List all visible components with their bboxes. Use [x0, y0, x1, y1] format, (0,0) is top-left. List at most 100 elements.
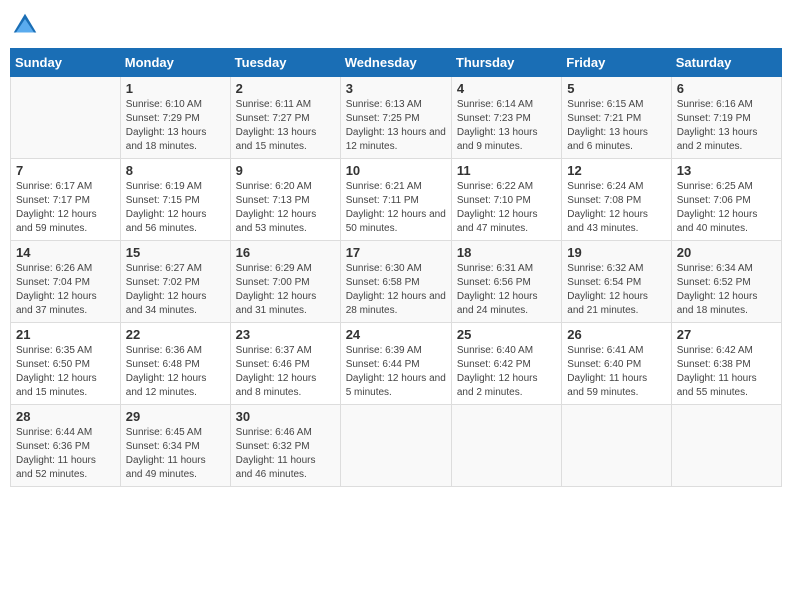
calendar-cell: 25 Sunrise: 6:40 AMSunset: 6:42 PMDayligh… — [451, 323, 561, 405]
day-info: Sunrise: 6:29 AMSunset: 7:00 PMDaylight:… — [236, 262, 335, 318]
day-info: Sunrise: 6:13 AMSunset: 7:25 PMDaylight:… — [346, 98, 446, 154]
day-number: 3 — [346, 81, 446, 96]
week-row-3: 21Sunrise: 6:35 AMSunset: 6:50 PMDayligh… — [11, 323, 782, 405]
day-number: 21 — [16, 327, 115, 342]
calendar-cell: 27 Sunrise: 6:42 AMSunset: 6:38 PMDayligh… — [671, 323, 781, 405]
day-number: 28 — [16, 409, 115, 424]
day-info: Sunrise: 6:14 AMSunset: 7:23 PMDaylight:… — [457, 98, 556, 154]
day-number: 2 — [236, 81, 335, 96]
day-number: 25 — [457, 327, 556, 342]
day-number: 9 — [236, 163, 335, 178]
calendar-cell: 28 Sunrise: 6:44 AMSunset: 6:36 PMDayligh… — [11, 405, 121, 487]
day-info: Sunrise: 6:39 AMSunset: 6:44 PMDaylight:… — [346, 344, 446, 400]
day-info: Sunrise: 6:17 AMSunset: 7:17 PMDaylight:… — [16, 180, 115, 236]
calendar-cell: 30 Sunrise: 6:46 AMSunset: 6:32 PMDayligh… — [230, 405, 340, 487]
day-info: Sunrise: 6:37 AMSunset: 6:46 PMDaylight:… — [236, 344, 335, 400]
day-info: Sunrise: 6:20 AMSunset: 7:13 PMDaylight:… — [236, 180, 335, 236]
calendar-cell: 24 Sunrise: 6:39 AMSunset: 6:44 PMDayligh… — [340, 323, 451, 405]
week-row-1: 7 Sunrise: 6:17 AMSunset: 7:17 PMDaylight… — [11, 159, 782, 241]
day-number: 22 — [126, 327, 225, 342]
header-monday: Monday — [120, 49, 230, 77]
calendar-cell: 16 Sunrise: 6:29 AMSunset: 7:00 PMDayligh… — [230, 241, 340, 323]
day-number: 26 — [567, 327, 665, 342]
day-number: 24 — [346, 327, 446, 342]
day-number: 1 — [126, 81, 225, 96]
calendar-cell: 17 Sunrise: 6:30 AMSunset: 6:58 PMDayligh… — [340, 241, 451, 323]
day-info: Sunrise: 6:45 AMSunset: 6:34 PMDaylight:… — [126, 426, 225, 482]
calendar-cell: 14Sunrise: 6:26 AMSunset: 7:04 PMDayligh… — [11, 241, 121, 323]
day-info: Sunrise: 6:36 AMSunset: 6:48 PMDaylight:… — [126, 344, 225, 400]
day-info: Sunrise: 6:16 AMSunset: 7:19 PMDaylight:… — [677, 98, 776, 154]
page-header — [10, 10, 782, 40]
day-number: 23 — [236, 327, 335, 342]
day-number: 11 — [457, 163, 556, 178]
calendar-cell: 11 Sunrise: 6:22 AMSunset: 7:10 PMDayligh… — [451, 159, 561, 241]
day-number: 14 — [16, 245, 115, 260]
calendar-cell: 9 Sunrise: 6:20 AMSunset: 7:13 PMDaylight… — [230, 159, 340, 241]
calendar-cell — [11, 77, 121, 159]
calendar-cell — [451, 405, 561, 487]
header-friday: Friday — [562, 49, 671, 77]
header-thursday: Thursday — [451, 49, 561, 77]
calendar-cell: 18 Sunrise: 6:31 AMSunset: 6:56 PMDayligh… — [451, 241, 561, 323]
day-number: 16 — [236, 245, 335, 260]
day-info: Sunrise: 6:44 AMSunset: 6:36 PMDaylight:… — [16, 426, 115, 482]
day-number: 30 — [236, 409, 335, 424]
calendar-cell: 21Sunrise: 6:35 AMSunset: 6:50 PMDayligh… — [11, 323, 121, 405]
day-info: Sunrise: 6:19 AMSunset: 7:15 PMDaylight:… — [126, 180, 225, 236]
day-number: 18 — [457, 245, 556, 260]
day-info: Sunrise: 6:32 AMSunset: 6:54 PMDaylight:… — [567, 262, 665, 318]
day-number: 15 — [126, 245, 225, 260]
day-number: 27 — [677, 327, 776, 342]
day-number: 20 — [677, 245, 776, 260]
day-info: Sunrise: 6:34 AMSunset: 6:52 PMDaylight:… — [677, 262, 776, 318]
week-row-0: 1Sunrise: 6:10 AMSunset: 7:29 PMDaylight… — [11, 77, 782, 159]
day-info: Sunrise: 6:40 AMSunset: 6:42 PMDaylight:… — [457, 344, 556, 400]
day-info: Sunrise: 6:30 AMSunset: 6:58 PMDaylight:… — [346, 262, 446, 318]
day-number: 4 — [457, 81, 556, 96]
day-info: Sunrise: 6:21 AMSunset: 7:11 PMDaylight:… — [346, 180, 446, 236]
calendar-cell: 19 Sunrise: 6:32 AMSunset: 6:54 PMDayligh… — [562, 241, 671, 323]
calendar-cell — [671, 405, 781, 487]
day-number: 12 — [567, 163, 665, 178]
calendar-cell: 7 Sunrise: 6:17 AMSunset: 7:17 PMDaylight… — [11, 159, 121, 241]
day-number: 7 — [16, 163, 115, 178]
day-number: 6 — [677, 81, 776, 96]
calendar-cell: 20 Sunrise: 6:34 AMSunset: 6:52 PMDayligh… — [671, 241, 781, 323]
calendar-cell: 5Sunrise: 6:15 AMSunset: 7:21 PMDaylight… — [562, 77, 671, 159]
calendar-cell: 23 Sunrise: 6:37 AMSunset: 6:46 PMDayligh… — [230, 323, 340, 405]
calendar-cell: 2Sunrise: 6:11 AMSunset: 7:27 PMDaylight… — [230, 77, 340, 159]
calendar-cell: 26 Sunrise: 6:41 AMSunset: 6:40 PMDayligh… — [562, 323, 671, 405]
day-info: Sunrise: 6:42 AMSunset: 6:38 PMDaylight:… — [677, 344, 776, 400]
week-row-4: 28 Sunrise: 6:44 AMSunset: 6:36 PMDayligh… — [11, 405, 782, 487]
header-tuesday: Tuesday — [230, 49, 340, 77]
calendar-cell: 12Sunrise: 6:24 AMSunset: 7:08 PMDayligh… — [562, 159, 671, 241]
calendar-cell: 29 Sunrise: 6:45 AMSunset: 6:34 PMDayligh… — [120, 405, 230, 487]
day-info: Sunrise: 6:22 AMSunset: 7:10 PMDaylight:… — [457, 180, 556, 236]
day-info: Sunrise: 6:27 AMSunset: 7:02 PMDaylight:… — [126, 262, 225, 318]
day-number: 13 — [677, 163, 776, 178]
calendar-cell: 1Sunrise: 6:10 AMSunset: 7:29 PMDaylight… — [120, 77, 230, 159]
calendar-cell: 8Sunrise: 6:19 AMSunset: 7:15 PMDaylight… — [120, 159, 230, 241]
day-number: 5 — [567, 81, 665, 96]
day-info: Sunrise: 6:41 AMSunset: 6:40 PMDaylight:… — [567, 344, 665, 400]
week-row-2: 14Sunrise: 6:26 AMSunset: 7:04 PMDayligh… — [11, 241, 782, 323]
day-number: 19 — [567, 245, 665, 260]
header-sunday: Sunday — [11, 49, 121, 77]
calendar-cell — [340, 405, 451, 487]
calendar-cell: 13 Sunrise: 6:25 AMSunset: 7:06 PMDayligh… — [671, 159, 781, 241]
calendar-cell: 6 Sunrise: 6:16 AMSunset: 7:19 PMDaylight… — [671, 77, 781, 159]
calendar-table: SundayMondayTuesdayWednesdayThursdayFrid… — [10, 48, 782, 487]
day-info: Sunrise: 6:46 AMSunset: 6:32 PMDaylight:… — [236, 426, 335, 482]
day-info: Sunrise: 6:25 AMSunset: 7:06 PMDaylight:… — [677, 180, 776, 236]
calendar-header-row: SundayMondayTuesdayWednesdayThursdayFrid… — [11, 49, 782, 77]
day-number: 10 — [346, 163, 446, 178]
calendar-cell: 15 Sunrise: 6:27 AMSunset: 7:02 PMDayligh… — [120, 241, 230, 323]
calendar-cell — [562, 405, 671, 487]
logo — [10, 10, 44, 40]
calendar-cell: 22 Sunrise: 6:36 AMSunset: 6:48 PMDayligh… — [120, 323, 230, 405]
day-number: 29 — [126, 409, 225, 424]
day-number: 17 — [346, 245, 446, 260]
calendar-cell: 10 Sunrise: 6:21 AMSunset: 7:11 PMDayligh… — [340, 159, 451, 241]
day-info: Sunrise: 6:31 AMSunset: 6:56 PMDaylight:… — [457, 262, 556, 318]
